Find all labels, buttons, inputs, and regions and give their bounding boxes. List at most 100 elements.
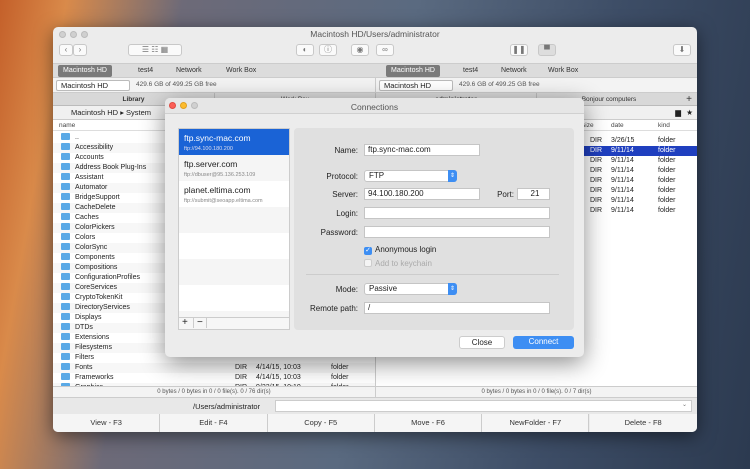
anonymous-login-label: Anonymous login xyxy=(375,245,437,254)
file-name: Automator xyxy=(75,184,108,191)
anonymous-login-checkbox[interactable]: ✓ Anonymous login xyxy=(364,245,436,255)
port-field[interactable]: 21 xyxy=(517,188,550,200)
folder-icon xyxy=(61,223,70,230)
remote-path-field[interactable]: / xyxy=(364,302,550,314)
breadcrumb-system[interactable]: System xyxy=(126,108,151,117)
remove-connection-button[interactable]: − xyxy=(193,317,207,328)
empty-row xyxy=(179,207,289,233)
column-name[interactable]: name xyxy=(59,122,75,129)
file-kind: folder xyxy=(658,187,676,194)
checkmark-icon: ✓ xyxy=(364,247,372,255)
folder-icon xyxy=(61,243,70,250)
name-field[interactable]: ftp.sync-mac.com xyxy=(364,144,480,156)
file-date: 4/14/15, 10:03 xyxy=(256,364,301,371)
folder-icon xyxy=(61,333,70,340)
move-f6-button[interactable]: Move - F6 xyxy=(374,414,483,432)
file-name: CoreServices xyxy=(75,284,118,291)
edit-f4-button[interactable]: Edit - F4 xyxy=(160,414,268,432)
folder-icon xyxy=(61,233,70,240)
left-drive-bar: Macintosh HD 429.6 GB of 499.25 GB free xyxy=(53,78,375,93)
tab-macintosh-hd-right[interactable]: Macintosh HD xyxy=(386,65,440,77)
tab-test4[interactable]: test4 xyxy=(133,65,158,77)
file-size: DIR xyxy=(590,157,603,164)
file-name: ColorPickers xyxy=(75,224,115,231)
breadcrumb-macintosh-hd[interactable]: Macintosh HD xyxy=(71,108,118,117)
computer-button[interactable]: ▀ xyxy=(538,44,556,56)
tab-network[interactable]: Network xyxy=(171,65,207,77)
favorites-star-icon[interactable]: ★ xyxy=(686,106,693,120)
preview-button[interactable]: ◉ xyxy=(351,44,369,56)
view-mode-segment[interactable]: ☰ ☷ ▦ xyxy=(128,44,182,56)
column-date[interactable]: date xyxy=(611,120,624,131)
list-item[interactable]: Frameworks DIR 4/14/15, 10:03 folder xyxy=(53,373,375,383)
newfolder-f7-button[interactable]: NewFolder - F7 xyxy=(482,414,590,432)
file-size: DIR xyxy=(590,197,603,204)
file-size: DIR xyxy=(590,207,603,214)
chevron-down-icon[interactable]: ⌄ xyxy=(682,401,687,408)
folder-icon xyxy=(61,153,70,160)
delete-f8-button[interactable]: Delete - F8 xyxy=(589,414,697,432)
folder-icon xyxy=(61,343,70,350)
file-date: 9/11/14 xyxy=(611,187,634,194)
right-drive-select[interactable]: Macintosh HD xyxy=(379,80,453,91)
panel-icon[interactable]: ▆ xyxy=(675,106,681,120)
forward-button[interactable]: › xyxy=(73,44,87,56)
protocol-select[interactable]: FTP ⇕ xyxy=(364,170,457,182)
tab-work-box[interactable]: Work Box xyxy=(221,65,261,77)
connect-button[interactable]: Connect xyxy=(513,336,574,349)
file-date: 9/11/14 xyxy=(611,177,634,184)
folder-icon xyxy=(61,163,70,170)
file-name: ColorSync xyxy=(75,244,108,251)
empty-row xyxy=(179,233,289,259)
tab-network-right[interactable]: Network xyxy=(496,65,532,77)
monitor-icon: ▀ xyxy=(544,45,550,54)
info-button[interactable]: ⓘ xyxy=(319,44,337,56)
connection-item[interactable]: planet.eltima.com ftp://submit@seoapp.elt… xyxy=(179,181,289,207)
tab-macintosh-hd[interactable]: Macintosh HD xyxy=(58,65,112,77)
file-kind: folder xyxy=(658,147,676,154)
left-drive-select[interactable]: Macintosh HD xyxy=(56,80,130,91)
folder-icon xyxy=(61,193,70,200)
updown-icon: ⇕ xyxy=(448,283,457,295)
tab-test4-right[interactable]: test4 xyxy=(458,65,483,77)
mode-value: Passive xyxy=(369,284,398,293)
file-size: DIR xyxy=(235,364,248,371)
view-f3-button[interactable]: View - F3 xyxy=(53,414,161,432)
toggle-hidden-button[interactable]: ◐ xyxy=(296,44,314,56)
command-input[interactable] xyxy=(275,400,692,412)
remote-path-label: Remote path: xyxy=(309,304,358,313)
connection-list[interactable]: ftp.sync-mac.com ftp://94.100.180.200 ftp.… xyxy=(178,128,290,330)
list-item[interactable]: Fonts DIR 4/14/15, 10:03 folder xyxy=(53,363,375,373)
file-date: 9/11/14 xyxy=(611,167,634,174)
file-kind: folder xyxy=(331,364,349,371)
file-size: DIR xyxy=(235,374,248,381)
split-view-button[interactable]: ❚❚ xyxy=(510,44,528,56)
tab-work-box-right[interactable]: Work Box xyxy=(543,65,583,77)
file-date: 9/11/14 xyxy=(611,197,634,204)
column-kind[interactable]: kind xyxy=(658,120,670,131)
file-name: Frameworks xyxy=(75,374,114,381)
close-button[interactable]: Close xyxy=(459,336,505,349)
back-button[interactable]: ‹ xyxy=(59,44,73,56)
folder-icon xyxy=(61,283,70,290)
mode-select[interactable]: Passive ⇕ xyxy=(364,283,457,295)
connection-name: ftp.sync-mac.com xyxy=(184,133,251,143)
add-connection-button[interactable]: + xyxy=(182,317,188,328)
connection-item[interactable]: ftp.server.com ftp://dbuser@95.136.253.10… xyxy=(179,155,289,181)
list-view-icon[interactable]: ☰ ☷ ▦ xyxy=(142,45,168,54)
right-drive-bar: Macintosh HD 429.6 GB of 499.25 GB free xyxy=(375,78,697,93)
add-tab-button[interactable]: + xyxy=(681,93,697,106)
right-free-space: 429.6 GB of 499.25 GB free xyxy=(459,81,540,88)
file-kind: folder xyxy=(658,167,676,174)
login-field[interactable] xyxy=(364,207,550,219)
connection-item[interactable]: ftp.sync-mac.com ftp://94.100.180.200 xyxy=(179,129,289,155)
copy-f5-button[interactable]: Copy - F5 xyxy=(267,414,375,432)
list-controls: + − xyxy=(178,317,290,330)
connection-url: ftp://94.100.180.200 xyxy=(184,146,233,152)
download-button[interactable]: ⬇ xyxy=(673,44,691,56)
password-field[interactable] xyxy=(364,226,550,238)
dialog-titlebar: Connections xyxy=(165,98,584,114)
left-free-space: 429.6 GB of 499.25 GB free xyxy=(136,81,217,88)
search-button[interactable]: ∞ xyxy=(376,44,394,56)
left-status: 0 bytes / 0 bytes in 0 / 0 file(s). 0 / … xyxy=(53,386,375,397)
